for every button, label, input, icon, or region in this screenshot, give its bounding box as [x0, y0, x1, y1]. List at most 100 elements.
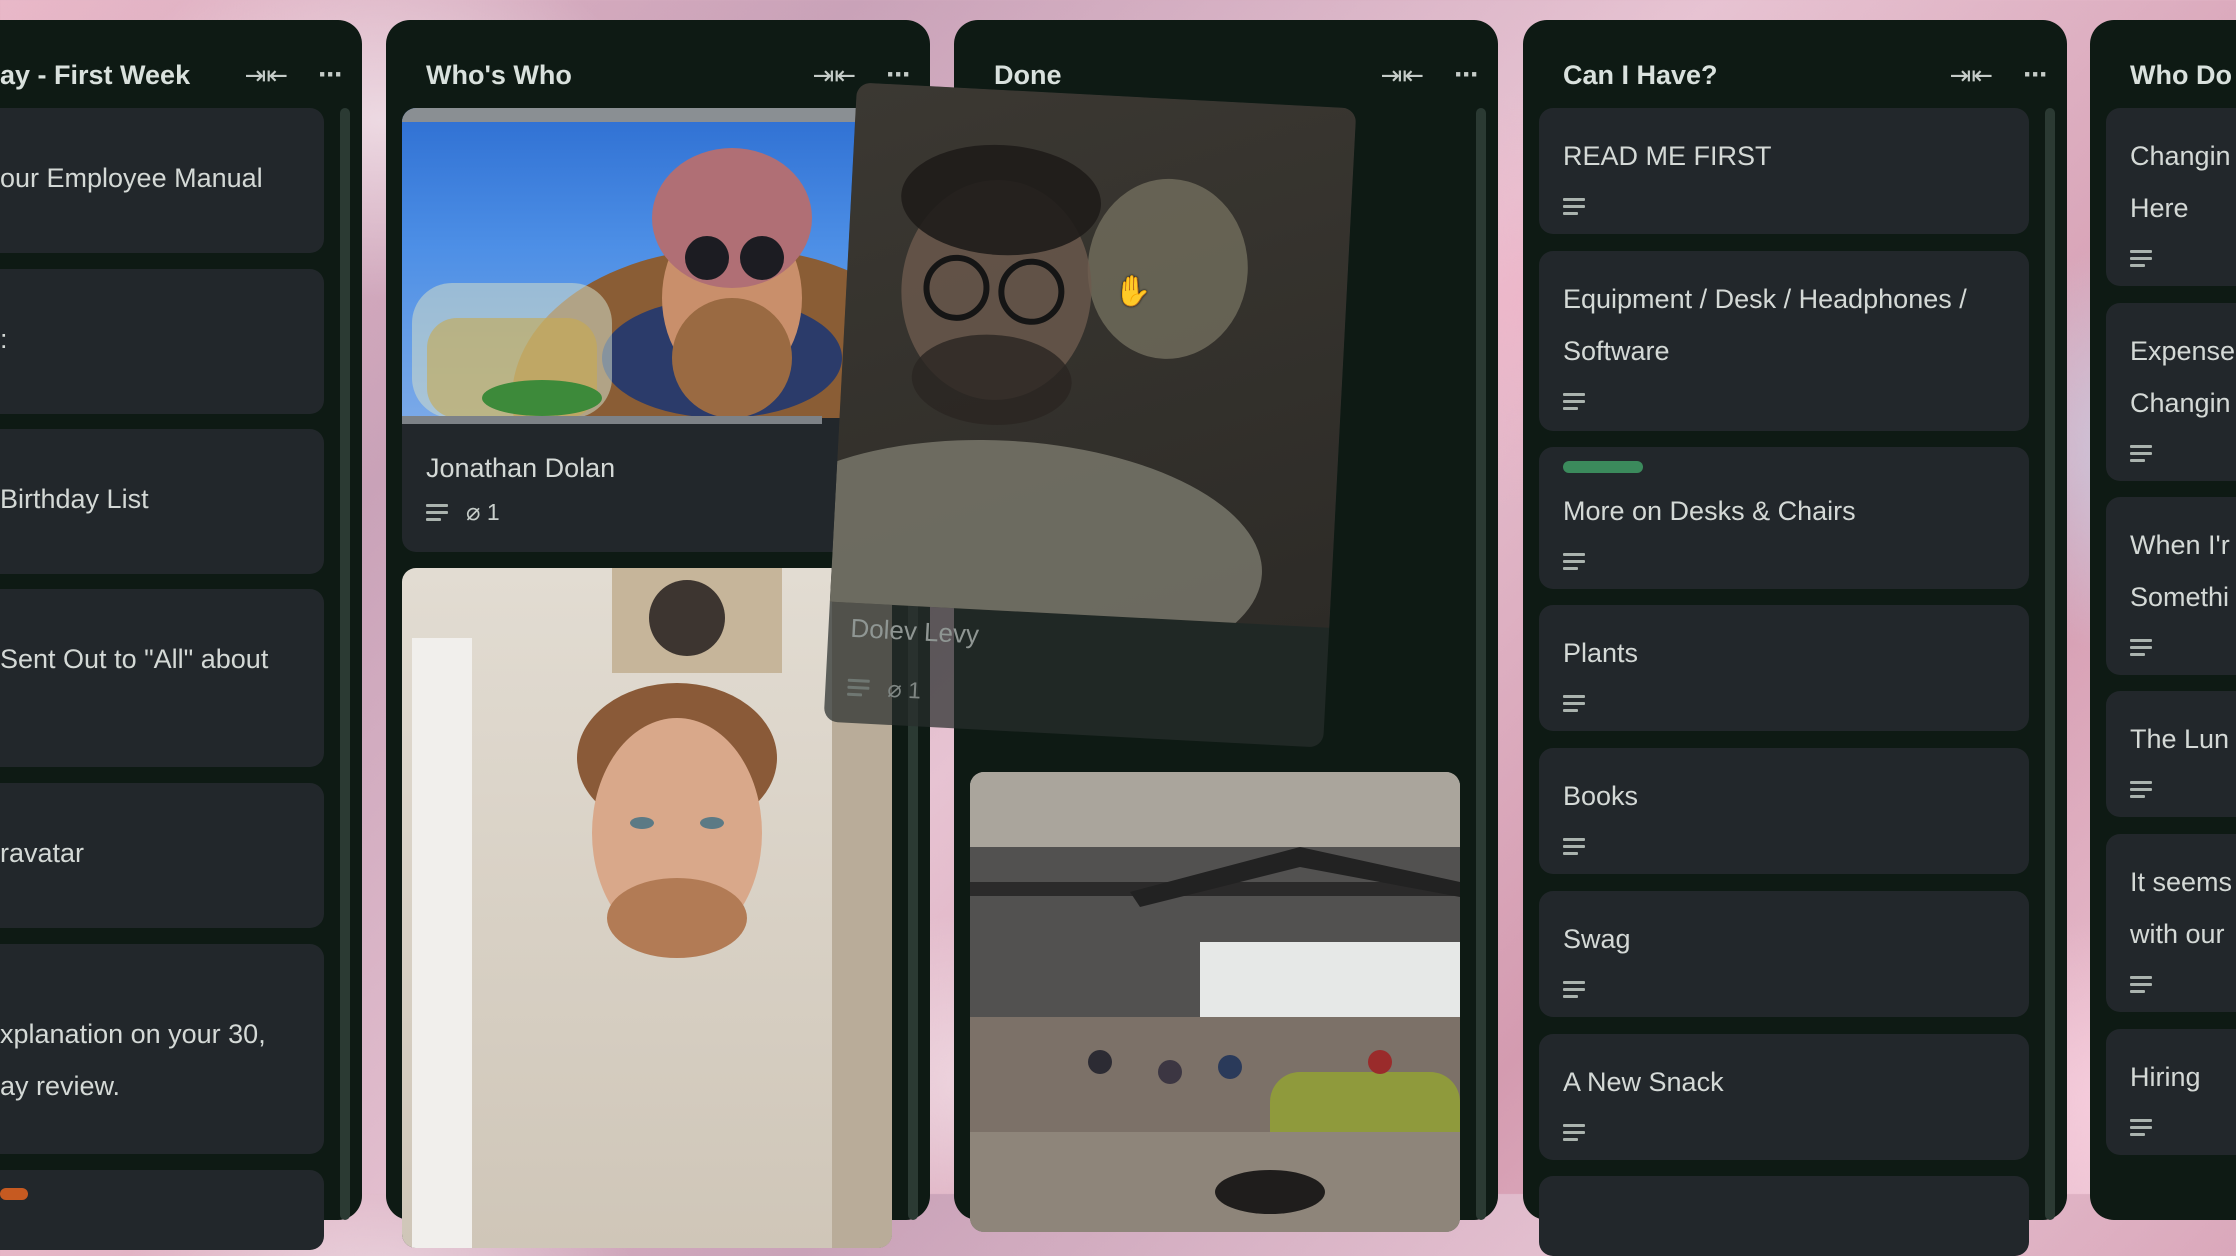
collapse-icon[interactable]: ⇥⇤ [244, 62, 288, 88]
attachment-count: ⌀ 1 [466, 499, 500, 526]
card-title: Jonathan Dolan [426, 453, 616, 483]
card-title: our Employee Manual [0, 163, 263, 193]
card-title: : [0, 324, 8, 354]
grab-hand-icon: ✋ [1114, 275, 1152, 308]
card[interactable]: Jonathan Dolan ⌀ 1 [402, 108, 892, 552]
card-title: ravatar [0, 838, 85, 868]
scrollbar[interactable] [1476, 108, 1486, 1220]
card-title: Expense [2130, 336, 2236, 366]
card[interactable]: Expense Changin [2106, 303, 2236, 481]
list-can-i-have: Can I Have? ⇥⇤ ··· READ ME FIRST Equipme… [1523, 20, 2067, 1256]
description-icon [1563, 1124, 1585, 1142]
card-title: It seems [2130, 867, 2233, 897]
card[interactable]: : [0, 269, 324, 414]
card-title: Swag [1563, 924, 1631, 954]
card-title: Birthday List [0, 484, 149, 514]
description-icon [1563, 838, 1585, 856]
label-orange [0, 1188, 28, 1200]
collapse-icon[interactable]: ⇥⇤ [1949, 62, 1993, 88]
card-title-line2: Somethi [2130, 582, 2230, 612]
list-header: Can I Have? ⇥⇤ ··· [1563, 50, 2049, 100]
dragging-card[interactable]: Dolev Levy ⌀ 1 [823, 82, 1357, 748]
card[interactable] [970, 772, 1460, 1232]
card-title-line2: with our [2130, 919, 2225, 949]
list-header: Who's Who ⇥⇤ ··· [426, 50, 912, 100]
card[interactable]: A New Snack [1539, 1034, 2029, 1160]
paperclip-icon: ⌀ [466, 499, 481, 526]
description-icon [2130, 976, 2152, 994]
card[interactable]: More on Desks & Chairs [1539, 447, 2029, 589]
description-icon [2130, 781, 2152, 799]
card-title: xplanation on your 30, [0, 1019, 266, 1049]
card[interactable] [1539, 1176, 2029, 1256]
description-icon [1563, 553, 1585, 571]
card-title: Plants [1563, 638, 1639, 668]
office-photo [970, 772, 1460, 1232]
more-icon[interactable]: ··· [1454, 60, 1480, 90]
portrait-photo [402, 108, 892, 418]
card[interactable]: Hiring [2106, 1029, 2236, 1155]
card[interactable]: Birthday List [0, 429, 324, 574]
card-title: Books [1563, 781, 1639, 811]
list-title[interactable]: ay - First Week [0, 60, 190, 91]
card[interactable]: Swag [1539, 891, 2029, 1017]
collapse-icon[interactable]: ⇥⇤ [812, 62, 856, 88]
card[interactable]: our Employee Manual [0, 108, 324, 253]
card-title: The Lun [2130, 724, 2230, 754]
list-title[interactable]: Done [994, 60, 1062, 91]
card-cover-photo [402, 108, 892, 418]
card[interactable]: READ ME FIRST [1539, 108, 2029, 234]
label-green[interactable] [1563, 461, 1643, 473]
card-title: READ ME FIRST [1563, 141, 1772, 171]
card-cover-photo [829, 82, 1357, 628]
card-title: Changin [2130, 141, 2231, 171]
card-title: Equipment / Desk / Headphones / [1563, 284, 1967, 314]
more-icon[interactable]: ··· [318, 60, 344, 90]
card[interactable]: xplanation on your 30, ay review. [0, 944, 324, 1154]
list-title[interactable]: Who's Who [426, 60, 572, 91]
card-title: A New Snack [1563, 1067, 1724, 1097]
description-icon [1563, 695, 1585, 713]
portrait-photo [412, 568, 892, 1248]
paperclip-icon: ⌀ [886, 675, 903, 704]
card-title-line2: Changin [2130, 388, 2231, 418]
description-icon [2130, 445, 2152, 463]
card-title-line2: Here [2130, 193, 2189, 223]
card-title-line2: ay review. [0, 1071, 121, 1101]
card[interactable]: When I'r Somethi [2106, 497, 2236, 675]
description-icon [1563, 981, 1585, 999]
card-title: Sent Out to "All" about [0, 644, 269, 674]
description-icon [1563, 198, 1585, 216]
card-cover-photo [402, 568, 892, 1248]
scrollbar[interactable] [340, 108, 350, 1220]
description-icon [847, 678, 870, 697]
card[interactable]: Sent Out to "All" about [0, 589, 324, 767]
card[interactable]: Books [1539, 748, 2029, 874]
scrollbar[interactable] [2045, 108, 2055, 1220]
card[interactable]: ravatar [0, 783, 324, 928]
list-title[interactable]: Can I Have? [1563, 60, 1718, 91]
description-icon [426, 503, 448, 522]
card[interactable]: Equipment / Desk / Headphones / Software [1539, 251, 2029, 431]
description-icon [1563, 393, 1585, 411]
card[interactable]: Plants [1539, 605, 2029, 731]
description-icon [2130, 639, 2152, 657]
more-icon[interactable]: ··· [2023, 60, 2049, 90]
card[interactable]: Changin Here [2106, 108, 2236, 286]
card-title: When I'r [2130, 530, 2230, 560]
attachment-count: ⌀ 1 [886, 675, 922, 704]
collapse-icon[interactable]: ⇥⇤ [1380, 62, 1424, 88]
card[interactable] [0, 1170, 324, 1250]
list-header: ay - First Week ⇥⇤ ··· [0, 50, 344, 100]
list-header: Who Do [2130, 50, 2236, 100]
description-icon [2130, 250, 2152, 268]
card[interactable]: The Lun [2106, 691, 2236, 817]
list-title[interactable]: Who Do [2130, 60, 2232, 91]
card[interactable] [402, 568, 892, 1248]
card[interactable]: It seems with our [2106, 834, 2236, 1012]
card-title: Hiring [2130, 1062, 2201, 1092]
card-title: Dolev Levy [849, 612, 980, 650]
card-title-line2: Software [1563, 336, 1670, 366]
portrait-photo [829, 144, 1262, 628]
card-cover-photo [970, 772, 1460, 1232]
